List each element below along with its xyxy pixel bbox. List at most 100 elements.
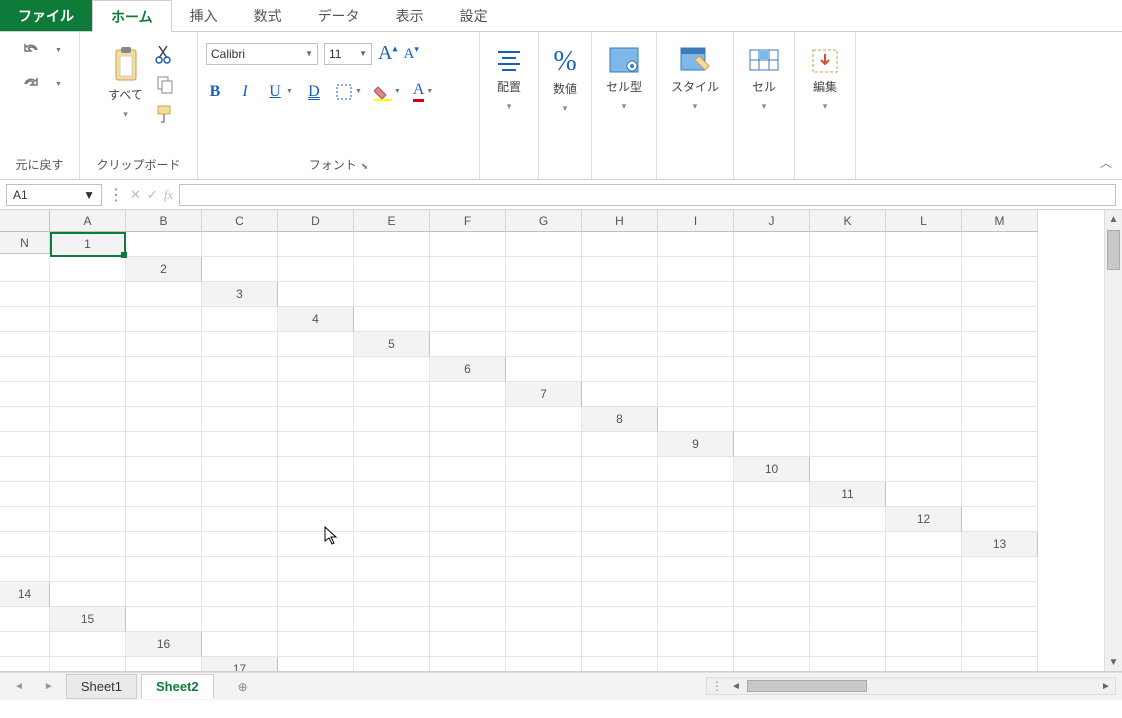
cell[interactable] bbox=[506, 532, 582, 557]
cell[interactable] bbox=[658, 607, 734, 632]
fill-color-button[interactable]: ▼ bbox=[374, 83, 401, 101]
cell[interactable] bbox=[582, 607, 658, 632]
row-header[interactable]: 6 bbox=[430, 357, 506, 382]
cell[interactable] bbox=[278, 332, 354, 357]
cell[interactable] bbox=[0, 282, 50, 307]
cell[interactable] bbox=[886, 532, 962, 557]
cell[interactable] bbox=[582, 232, 658, 257]
cell[interactable] bbox=[50, 632, 126, 657]
cell[interactable] bbox=[582, 657, 658, 672]
row-header[interactable]: 3 bbox=[202, 282, 278, 307]
cell[interactable] bbox=[354, 282, 430, 307]
cell[interactable] bbox=[430, 432, 506, 457]
increase-font-button[interactable]: A▴ bbox=[378, 42, 397, 65]
cell[interactable] bbox=[582, 282, 658, 307]
cell[interactable] bbox=[354, 507, 430, 532]
format-painter-icon[interactable] bbox=[155, 104, 175, 124]
cell[interactable] bbox=[202, 232, 278, 257]
tab-view[interactable]: 表示 bbox=[378, 0, 442, 31]
cell[interactable] bbox=[50, 357, 126, 382]
cell[interactable] bbox=[202, 357, 278, 382]
cell[interactable] bbox=[506, 607, 582, 632]
bold-button[interactable]: B bbox=[206, 83, 224, 101]
cell[interactable] bbox=[278, 407, 354, 432]
cell[interactable] bbox=[734, 582, 810, 607]
cell[interactable] bbox=[886, 557, 962, 582]
cell[interactable] bbox=[810, 407, 886, 432]
copy-icon[interactable] bbox=[155, 74, 175, 94]
cell[interactable] bbox=[810, 232, 886, 257]
cell[interactable] bbox=[278, 582, 354, 607]
row-header[interactable]: 10 bbox=[734, 457, 810, 482]
cell[interactable] bbox=[734, 657, 810, 672]
decrease-font-button[interactable]: A▾ bbox=[403, 44, 418, 63]
cell[interactable] bbox=[886, 257, 962, 282]
cell[interactable] bbox=[886, 457, 962, 482]
cell[interactable] bbox=[962, 382, 1038, 407]
cell[interactable] bbox=[278, 232, 354, 257]
cell[interactable] bbox=[126, 657, 202, 672]
cell[interactable] bbox=[810, 257, 886, 282]
add-sheet-button[interactable]: ⊕ bbox=[232, 676, 254, 698]
paste-button[interactable]: すべて ▾ bbox=[102, 42, 149, 124]
cell[interactable] bbox=[810, 532, 886, 557]
accept-formula-icon[interactable]: ✓ bbox=[147, 187, 158, 203]
scroll-down-icon[interactable]: ▼ bbox=[1105, 653, 1122, 671]
cell[interactable] bbox=[734, 382, 810, 407]
column-header[interactable]: I bbox=[658, 210, 734, 232]
double-underline-button[interactable]: D bbox=[305, 83, 323, 101]
undo-button[interactable]: ▼ bbox=[23, 42, 62, 58]
cell[interactable] bbox=[658, 482, 734, 507]
cell[interactable] bbox=[430, 407, 506, 432]
tab-formula[interactable]: 数式 bbox=[236, 0, 300, 31]
cell[interactable] bbox=[658, 507, 734, 532]
cell[interactable] bbox=[962, 332, 1038, 357]
select-all-corner[interactable] bbox=[0, 210, 50, 232]
cell[interactable] bbox=[202, 332, 278, 357]
cell[interactable] bbox=[962, 557, 1038, 582]
column-header[interactable]: K bbox=[810, 210, 886, 232]
tab-file[interactable]: ファイル bbox=[0, 0, 92, 31]
cell[interactable] bbox=[582, 557, 658, 582]
cell[interactable] bbox=[734, 307, 810, 332]
fx-icon[interactable]: fx bbox=[164, 187, 173, 203]
cell[interactable] bbox=[354, 457, 430, 482]
row-header[interactable]: 2 bbox=[126, 257, 202, 282]
cell[interactable] bbox=[506, 282, 582, 307]
cell[interactable] bbox=[50, 657, 126, 672]
cell[interactable] bbox=[278, 532, 354, 557]
cell[interactable] bbox=[430, 557, 506, 582]
cell[interactable] bbox=[354, 482, 430, 507]
scroll-up-icon[interactable]: ▲ bbox=[1105, 210, 1122, 228]
cell[interactable] bbox=[506, 332, 582, 357]
cell[interactable] bbox=[50, 557, 126, 582]
sheet-tab-2[interactable]: Sheet2 bbox=[141, 674, 214, 699]
cell[interactable] bbox=[886, 407, 962, 432]
cell[interactable] bbox=[506, 232, 582, 257]
column-header[interactable]: A bbox=[50, 210, 126, 232]
cell[interactable] bbox=[278, 507, 354, 532]
cell[interactable] bbox=[506, 632, 582, 657]
edit-button[interactable]: 編集▾ bbox=[803, 42, 847, 116]
cell[interactable] bbox=[582, 507, 658, 532]
cell[interactable] bbox=[734, 607, 810, 632]
cell[interactable] bbox=[0, 332, 50, 357]
cell[interactable] bbox=[734, 332, 810, 357]
cell[interactable] bbox=[658, 232, 734, 257]
cell[interactable] bbox=[430, 457, 506, 482]
cell[interactable] bbox=[354, 307, 430, 332]
redo-button[interactable]: ▼ bbox=[23, 76, 62, 92]
cell[interactable] bbox=[126, 582, 202, 607]
row-header[interactable]: 13 bbox=[962, 532, 1038, 557]
cell[interactable] bbox=[658, 532, 734, 557]
cell[interactable] bbox=[126, 357, 202, 382]
font-size-select[interactable]: 11▼ bbox=[324, 43, 372, 65]
cell[interactable] bbox=[734, 507, 810, 532]
cell[interactable] bbox=[354, 582, 430, 607]
cell[interactable] bbox=[354, 532, 430, 557]
cell[interactable] bbox=[962, 457, 1038, 482]
cell[interactable] bbox=[354, 382, 430, 407]
cell[interactable] bbox=[962, 507, 1038, 532]
cell[interactable] bbox=[50, 507, 126, 532]
cell[interactable] bbox=[0, 457, 50, 482]
